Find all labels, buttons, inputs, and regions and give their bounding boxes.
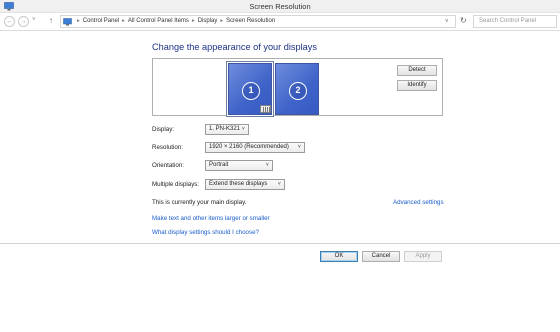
multiple-displays-value: Extend these displays (209, 181, 268, 187)
up-icon[interactable]: ↑ (49, 16, 53, 25)
display-preview: 1 2 Detect Identify (152, 58, 443, 116)
main-display-text: This is currently your main display. (152, 199, 247, 206)
chevron-right-icon: ▸ (77, 18, 80, 24)
multiple-displays-select[interactable]: Extend these displays ˅ (205, 179, 285, 190)
chevron-down-icon[interactable]: ˅ (445, 19, 449, 25)
multiple-displays-label: Multiple displays: (152, 181, 200, 188)
advanced-settings-link[interactable]: Advanced settings (393, 199, 444, 206)
search-input[interactable]: Search Control Panel (473, 15, 557, 28)
breadcrumb-item[interactable]: Screen Resolution (226, 18, 275, 24)
display-value: 1. PN-K321 (209, 126, 241, 132)
text-size-link[interactable]: Make text and other items larger or smal… (152, 215, 270, 222)
cancel-button[interactable]: Cancel (362, 251, 400, 262)
apply-button[interactable]: Apply (404, 251, 442, 262)
orientation-value: Portrait (209, 162, 229, 168)
refresh-icon[interactable]: ↻ (460, 16, 467, 25)
back-icon[interactable]: ← (4, 16, 15, 27)
ok-button[interactable]: OK (320, 251, 358, 262)
chevron-right-icon: ▸ (122, 18, 125, 24)
orientation-label: Orientation: (152, 162, 184, 169)
breadcrumb-items: ▸ Control Panel ▸ All Control Panel Items ▸ D… (74, 18, 275, 24)
detect-button[interactable]: Detect (397, 65, 437, 76)
breadcrumb-item[interactable]: All Control Panel Items (128, 18, 189, 24)
chevron-down-icon: ˅ (277, 181, 281, 187)
forward-icon[interactable]: → (18, 16, 29, 27)
display-label: Display: (152, 126, 175, 133)
chevron-right-icon: ▸ (220, 18, 224, 24)
page-title: Change the appearance of your displays (152, 42, 317, 52)
breadcrumb-item[interactable]: Display (198, 18, 218, 24)
chevron-right-icon: ▸ (191, 18, 195, 24)
breadcrumb[interactable]: ▸ Control Panel ▸ All Control Panel Items ▸ D… (60, 15, 456, 28)
divider (0, 243, 560, 244)
chevron-down-icon: ˅ (265, 162, 269, 168)
identify-button[interactable]: Identify (397, 80, 437, 91)
orientation-select[interactable]: Portrait ˅ (205, 160, 273, 171)
title-bar: Screen Resolution (0, 0, 560, 13)
chevron-down-icon: ˅ (297, 144, 301, 150)
chevron-down-icon: ˅ (241, 126, 245, 132)
breadcrumb-item[interactable]: Control Panel (83, 18, 119, 24)
address-bar: ← → ˅ ↑ ▸ Control Panel ▸ All Control Panel… (0, 13, 560, 31)
control-panel-icon (63, 18, 72, 26)
display-settings-help-link[interactable]: What display settings should I choose? (152, 229, 259, 236)
keyboard-icon (260, 105, 271, 113)
resolution-label: Resolution: (152, 144, 183, 151)
resolution-value: 1920 × 2160 (Recommended) (209, 144, 289, 150)
monitor-number: 2 (289, 82, 307, 100)
resolution-select[interactable]: 1920 × 2160 (Recommended) ˅ (205, 142, 305, 153)
monitor-number: 1 (242, 82, 260, 100)
window-title: Screen Resolution (249, 2, 311, 11)
recent-pages-icon[interactable]: ˅ (32, 17, 36, 23)
display-select[interactable]: 1. PN-K321 ˅ (205, 124, 249, 135)
monitor-1[interactable]: 1 (227, 62, 273, 116)
monitor-2[interactable]: 2 (275, 63, 319, 115)
